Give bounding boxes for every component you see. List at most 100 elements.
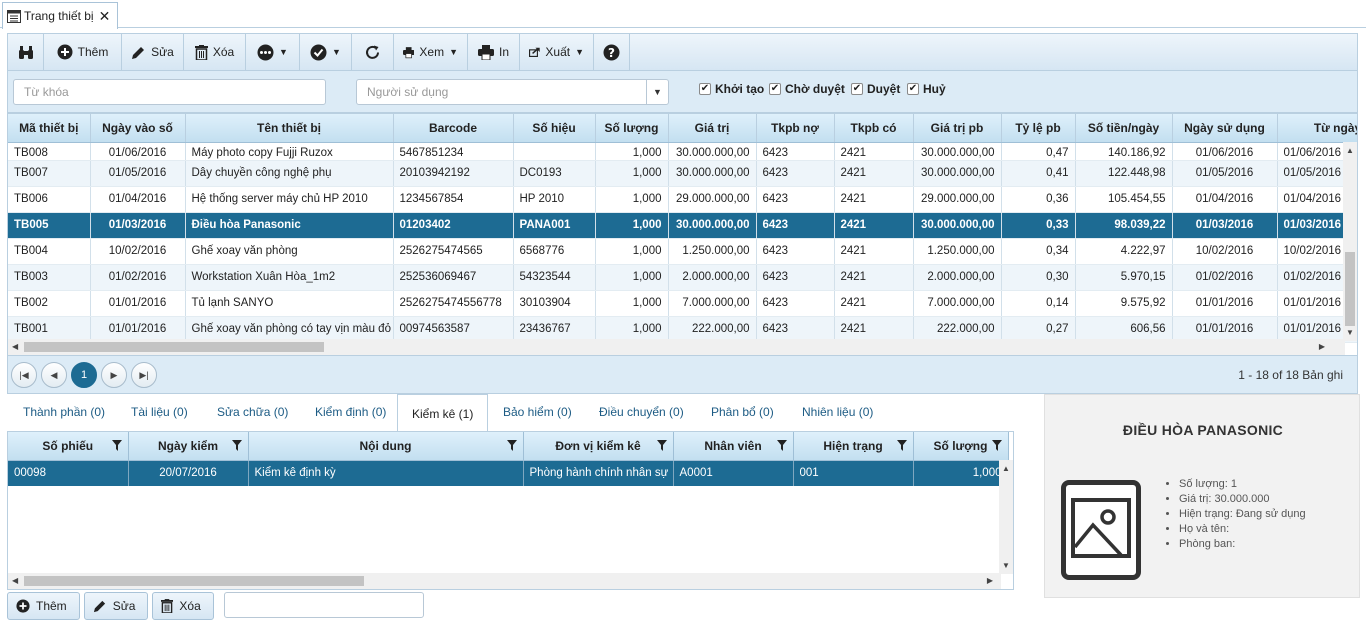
keyword-input[interactable] — [13, 79, 326, 105]
scroll-thumb[interactable] — [24, 342, 324, 352]
table-cell: Kiểm kê định kỳ — [248, 460, 524, 486]
current-page-button[interactable]: 1 — [71, 362, 97, 388]
table-row[interactable]: TB005 01/03/2016 Điều hòa Panasonic 0120340… — [8, 212, 1357, 239]
tab-dieu-chuyen[interactable]: Điều chuyển (0) — [591, 405, 692, 419]
table-cell: 4.222,97 — [1075, 238, 1173, 265]
column-header[interactable]: Đơn vị kiểm kê — [523, 432, 674, 461]
checkbox[interactable]: ✔ — [769, 83, 781, 95]
table-row[interactable]: TB008 01/06/2016 Máy photo copy Fujji Ruzo… — [8, 142, 1357, 161]
column-header[interactable]: Ngày sử dụng — [1172, 114, 1278, 143]
horizontal-scrollbar[interactable]: ◀ ▶ — [8, 339, 1345, 355]
column-header[interactable]: Tkpb có — [834, 114, 914, 143]
filter-icon[interactable] — [231, 440, 242, 454]
approve-button[interactable]: ▼ — [300, 34, 352, 70]
edit-button[interactable]: Sửa — [122, 34, 184, 70]
last-page-button[interactable]: ▶| — [131, 362, 157, 388]
tab-sua-chua[interactable]: Sửa chữa (0) — [209, 405, 296, 419]
filter-icon[interactable] — [776, 440, 787, 454]
column-header[interactable]: Giá trị pb — [913, 114, 1002, 143]
column-header[interactable]: Tên thiết bị — [185, 114, 394, 143]
column-header[interactable]: Số lượng — [595, 114, 669, 143]
filter-icon[interactable] — [506, 440, 517, 454]
export-button[interactable]: Xuất ▼ — [520, 34, 594, 70]
table-cell: 6423 — [756, 186, 835, 213]
column-header[interactable]: Giá trị — [668, 114, 757, 143]
horizontal-scrollbar[interactable]: ◀ ▶ — [8, 573, 1001, 589]
edit-label: Sửa — [151, 45, 174, 59]
column-header[interactable]: Từ ngày — [1277, 114, 1357, 143]
column-header[interactable]: Tkpb nợ — [756, 114, 835, 143]
delete-button[interactable]: Xóa — [184, 34, 246, 70]
column-header[interactable]: Hiện trạng — [793, 432, 914, 461]
refresh-button[interactable] — [352, 34, 394, 70]
tab-tai-lieu[interactable]: Tài liệu (0) — [123, 405, 196, 419]
table-row[interactable]: TB006 01/04/2016 Hệ thống server máy chủ H… — [8, 186, 1357, 213]
help-button[interactable]: ? — [594, 34, 630, 70]
column-header[interactable]: Mã thiết bị — [8, 114, 91, 143]
scroll-up-icon[interactable]: ▲ — [1002, 464, 1010, 473]
column-header[interactable]: Nội dung — [248, 432, 524, 461]
close-icon[interactable]: ✕ — [99, 8, 111, 25]
checkbox[interactable]: ✔ — [699, 83, 711, 95]
checkbox[interactable]: ✔ — [907, 83, 919, 95]
scroll-left-icon[interactable]: ◀ — [12, 342, 18, 351]
add-inventory-button[interactable]: Thêm — [7, 592, 80, 620]
edit-inventory-button[interactable]: Sửa — [83, 592, 149, 620]
scroll-down-icon[interactable]: ▼ — [1002, 561, 1010, 570]
filter-icon[interactable] — [991, 440, 1002, 454]
filter-icon[interactable] — [656, 440, 667, 454]
table-row[interactable]: TB007 01/05/2016 Dây chuyền công nghệ phụ 2… — [8, 160, 1357, 187]
column-header[interactable]: Số hiệu — [513, 114, 596, 143]
status-check-huy[interactable]: ✔ Huỷ — [907, 82, 946, 96]
column-header[interactable]: Nhân viên — [673, 432, 794, 461]
next-page-button[interactable]: ▶ — [101, 362, 127, 388]
scroll-left-icon[interactable]: ◀ — [12, 576, 18, 585]
column-header[interactable]: Barcode — [393, 114, 514, 143]
scroll-thumb[interactable] — [24, 576, 364, 586]
table-cell: 6568776 — [513, 238, 596, 265]
tab-bao-hiem[interactable]: Bảo hiểm (0) — [495, 405, 580, 419]
column-header-label: Hiện trạng — [823, 438, 883, 453]
vertical-scrollbar[interactable]: ▲ ▼ — [999, 460, 1013, 574]
print-button[interactable]: In — [468, 34, 520, 70]
scroll-down-icon[interactable]: ▼ — [1346, 328, 1354, 337]
table-row[interactable]: TB004 10/02/2016 Ghế xoay văn phòng 2526275… — [8, 238, 1357, 265]
tab-kiem-ke[interactable]: Kiểm kê (1) — [397, 394, 489, 432]
inventory-text-input[interactable] — [223, 592, 424, 618]
column-header[interactable]: Tỷ lệ pb — [1001, 114, 1076, 143]
scroll-right-icon[interactable]: ▶ — [1319, 342, 1325, 351]
add-button[interactable]: Thêm — [44, 34, 122, 70]
search-button[interactable] — [8, 34, 44, 70]
table-row[interactable]: TB002 01/01/2016 Tủ lạnh SANYO 252627547455… — [8, 290, 1357, 317]
column-header[interactable]: Ngày vào số — [90, 114, 186, 143]
filter-icon[interactable] — [896, 440, 907, 454]
table-row[interactable]: TB003 01/02/2016 Workstation Xuân Hòa_1m2 2… — [8, 264, 1357, 291]
table-cell: 30103904 — [513, 290, 596, 317]
column-header[interactable]: Số tiền/ngày — [1075, 114, 1173, 143]
document-tab[interactable]: Trang thiết bị ✕ — [2, 2, 118, 29]
status-check-cho-duyet[interactable]: ✔ Chờ duyệt — [769, 82, 845, 96]
status-check-khoi-tao[interactable]: ✔ Khởi tạo — [699, 82, 764, 96]
more-actions-button[interactable]: ▼ — [246, 34, 300, 70]
column-header[interactable]: Số phiếu — [8, 432, 129, 461]
status-check-duyet[interactable]: ✔ Duyệt — [851, 82, 900, 96]
column-header[interactable]: Số lượng — [913, 432, 1009, 461]
view-button[interactable]: Xem ▼ — [394, 34, 468, 70]
tab-nhien-lieu[interactable]: Nhiên liệu (0) — [794, 405, 881, 419]
delete-inventory-button[interactable]: Xóa — [152, 592, 214, 620]
vertical-scrollbar[interactable]: ▲ ▼ — [1343, 142, 1357, 341]
table-row[interactable]: 00098 20/07/2016 Kiểm kê định kỳ Phòng hành… — [8, 460, 1009, 486]
tab-kiem-dinh[interactable]: Kiểm định (0) — [307, 405, 394, 419]
user-combo-input[interactable] — [356, 79, 669, 105]
checkbox[interactable]: ✔ — [851, 83, 863, 95]
filter-icon[interactable] — [111, 440, 122, 454]
first-page-button[interactable]: |◀ — [11, 362, 37, 388]
tab-thanh-phan[interactable]: Thành phần (0) — [15, 405, 113, 419]
tab-phan-bo[interactable]: Phân bổ (0) — [703, 405, 782, 419]
prev-page-button[interactable]: ◀ — [41, 362, 67, 388]
user-combo-dropdown[interactable]: ▼ — [646, 79, 668, 105]
scroll-up-icon[interactable]: ▲ — [1346, 146, 1354, 155]
scroll-right-icon[interactable]: ▶ — [987, 576, 993, 585]
scroll-thumb[interactable] — [1345, 252, 1355, 326]
column-header[interactable]: Ngày kiểm — [128, 432, 249, 461]
